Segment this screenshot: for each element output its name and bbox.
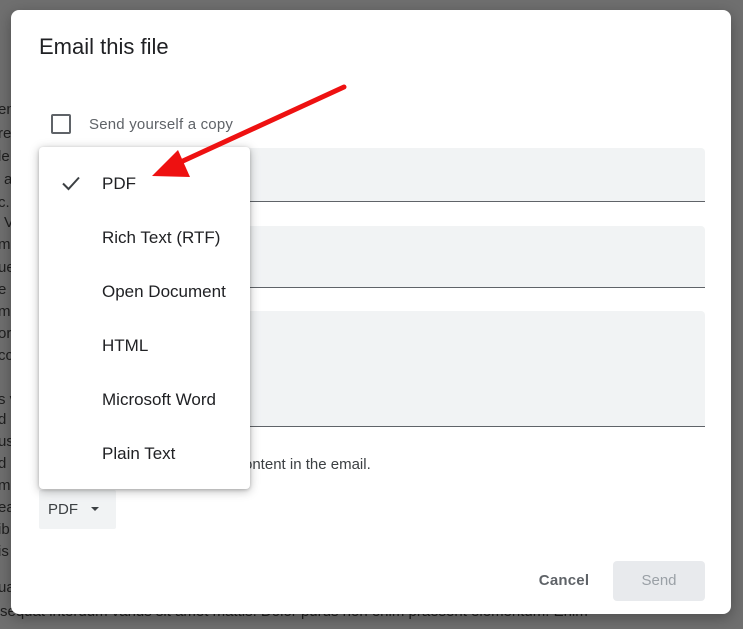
menu-item-microsoft-word[interactable]: Microsoft Word <box>39 373 250 427</box>
send-copy-label[interactable]: Send yourself a copy <box>89 116 233 133</box>
menu-item-label: Open Document <box>102 282 226 301</box>
caret-down-icon <box>91 507 99 511</box>
bg-text-fragment: ib <box>0 521 10 538</box>
bg-text-fragment: m <box>0 477 11 494</box>
include-content-note: ontent in the email. <box>244 456 371 473</box>
menu-item-rtf[interactable]: Rich Text (RTF) <box>39 211 250 265</box>
bg-text-fragment: re <box>0 125 12 142</box>
cancel-button[interactable]: Cancel <box>517 561 611 601</box>
menu-item-pdf[interactable]: PDF <box>39 157 250 211</box>
menu-item-plain-text[interactable]: Plain Text <box>39 427 250 481</box>
bg-text-fragment: le <box>0 148 10 165</box>
menu-item-label: Rich Text (RTF) <box>102 228 221 247</box>
bg-text-fragment: d <box>0 411 7 428</box>
format-dropdown-label: PDF <box>48 501 78 518</box>
bg-text-fragment: m <box>0 236 11 253</box>
menu-item-html[interactable]: HTML <box>39 319 250 373</box>
menu-item-label: HTML <box>102 336 149 355</box>
format-dropdown-button[interactable]: PDF <box>39 490 116 529</box>
bg-text-fragment: is <box>0 543 9 560</box>
menu-item-label: PDF <box>102 174 136 193</box>
menu-item-open-document[interactable]: Open Document <box>39 265 250 319</box>
format-menu: PDF Rich Text (RTF) Open Document HTML M… <box>39 147 250 489</box>
send-copy-row[interactable]: Send yourself a copy <box>51 114 233 134</box>
check-icon <box>62 176 80 191</box>
dialog-title: Email this file <box>39 34 169 59</box>
send-copy-checkbox[interactable] <box>51 114 71 134</box>
menu-item-label: Plain Text <box>102 444 176 463</box>
menu-item-label: Microsoft Word <box>102 390 216 409</box>
bg-text-fragment: m <box>0 303 11 320</box>
bg-text-fragment: d <box>0 455 7 472</box>
bg-text-fragment: or <box>0 325 12 342</box>
send-button[interactable]: Send <box>613 561 705 601</box>
